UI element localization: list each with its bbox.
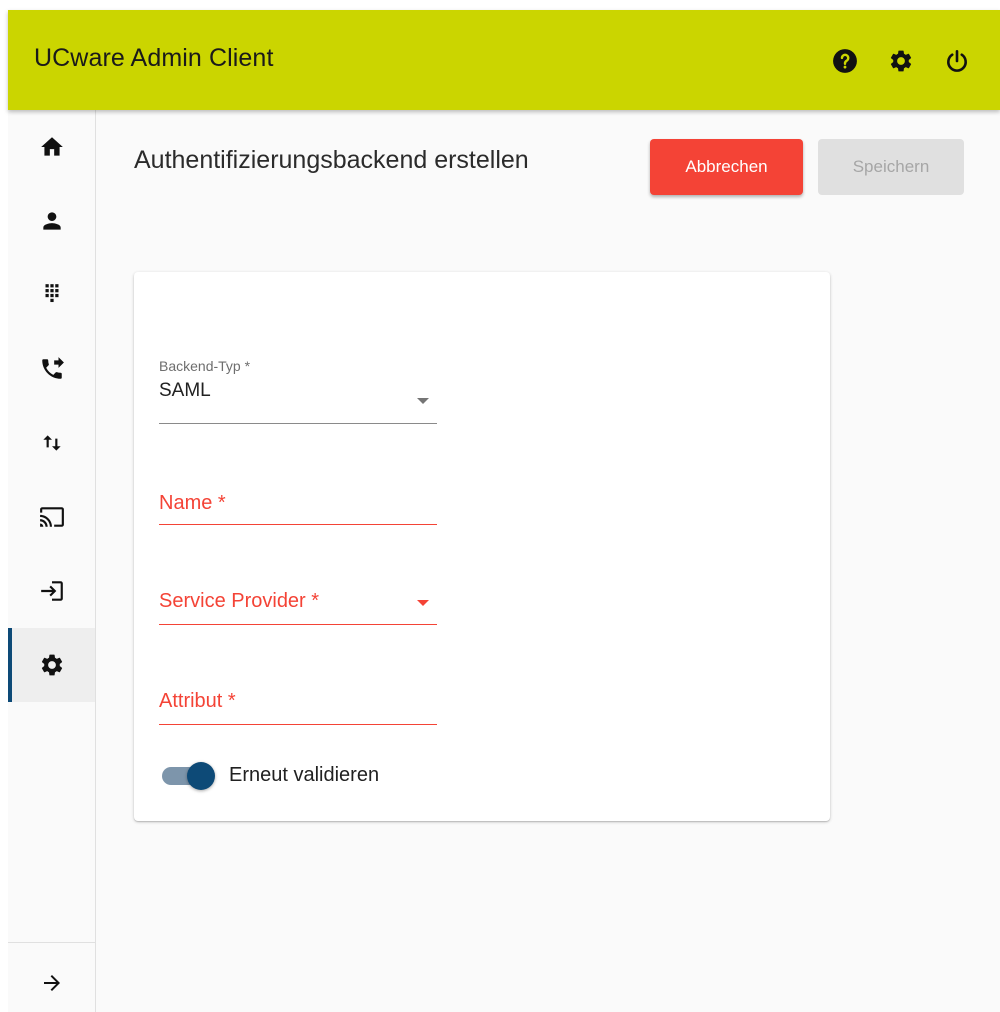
service-provider-underline — [159, 624, 437, 625]
sidebar-nav — [8, 110, 96, 1012]
form-card: Backend-Typ * SAML Name * Service Provid… — [134, 272, 830, 821]
dialpad-icon — [45, 284, 58, 303]
toggle-thumb — [187, 762, 215, 790]
phone-forward-icon — [41, 357, 64, 379]
sidebar-item-home[interactable] — [8, 110, 95, 184]
name-field[interactable]: Name * — [159, 486, 437, 526]
sidebar-divider — [8, 942, 95, 943]
sidebar-item-users[interactable] — [8, 184, 95, 258]
import-export-icon — [42, 435, 61, 451]
sidebar-item-dialpad[interactable] — [8, 258, 95, 332]
top-icons — [830, 46, 972, 76]
help-icon[interactable] — [830, 46, 860, 76]
login-icon — [40, 581, 63, 601]
attribute-underline — [159, 724, 437, 725]
backend-type-underline — [159, 423, 437, 424]
sidebar-item-login[interactable] — [8, 554, 95, 628]
sidebar-expand-button[interactable] — [8, 955, 95, 1011]
service-provider-select[interactable]: Service Provider * — [159, 584, 437, 626]
dropdown-arrow-icon — [417, 398, 429, 404]
name-label: Name * — [159, 492, 226, 514]
app-title: UCware Admin Client — [34, 44, 274, 72]
settings-icon — [41, 654, 62, 676]
backend-type-select[interactable]: Backend-Typ * SAML — [159, 358, 437, 424]
attribute-label: Attribut * — [159, 690, 236, 712]
name-underline — [159, 524, 437, 525]
top-app-bar: UCware Admin Client — [8, 10, 1000, 110]
app-root: UCware Admin Client Authentifizierungsba… — [8, 10, 1000, 1012]
dropdown-arrow-icon — [417, 600, 429, 606]
cast-icon — [39, 507, 64, 527]
backend-type-label: Backend-Typ * — [159, 358, 251, 374]
home-icon — [40, 137, 63, 156]
settings-icon[interactable] — [886, 46, 916, 76]
cancel-button[interactable]: Abbrechen — [650, 139, 803, 195]
revalidate-label: Erneut validieren — [229, 764, 380, 786]
sidebar-item-import-export[interactable] — [8, 406, 95, 480]
backend-type-value: SAML — [159, 380, 211, 401]
service-provider-label: Service Provider * — [159, 590, 320, 612]
attribute-field[interactable]: Attribut * — [159, 684, 437, 726]
save-button[interactable]: Speichern — [818, 139, 964, 195]
arrow-right-icon — [43, 975, 60, 991]
sidebar-item-provisioning[interactable] — [8, 480, 95, 554]
power-icon[interactable] — [942, 46, 972, 76]
person-icon — [42, 212, 61, 230]
sidebar-item-settings[interactable] — [8, 628, 95, 702]
page-title: Authentifizierungsbackend erstellen — [134, 146, 529, 174]
sidebar-item-call-forwarding[interactable] — [8, 332, 95, 406]
revalidate-toggle[interactable] — [159, 760, 219, 792]
